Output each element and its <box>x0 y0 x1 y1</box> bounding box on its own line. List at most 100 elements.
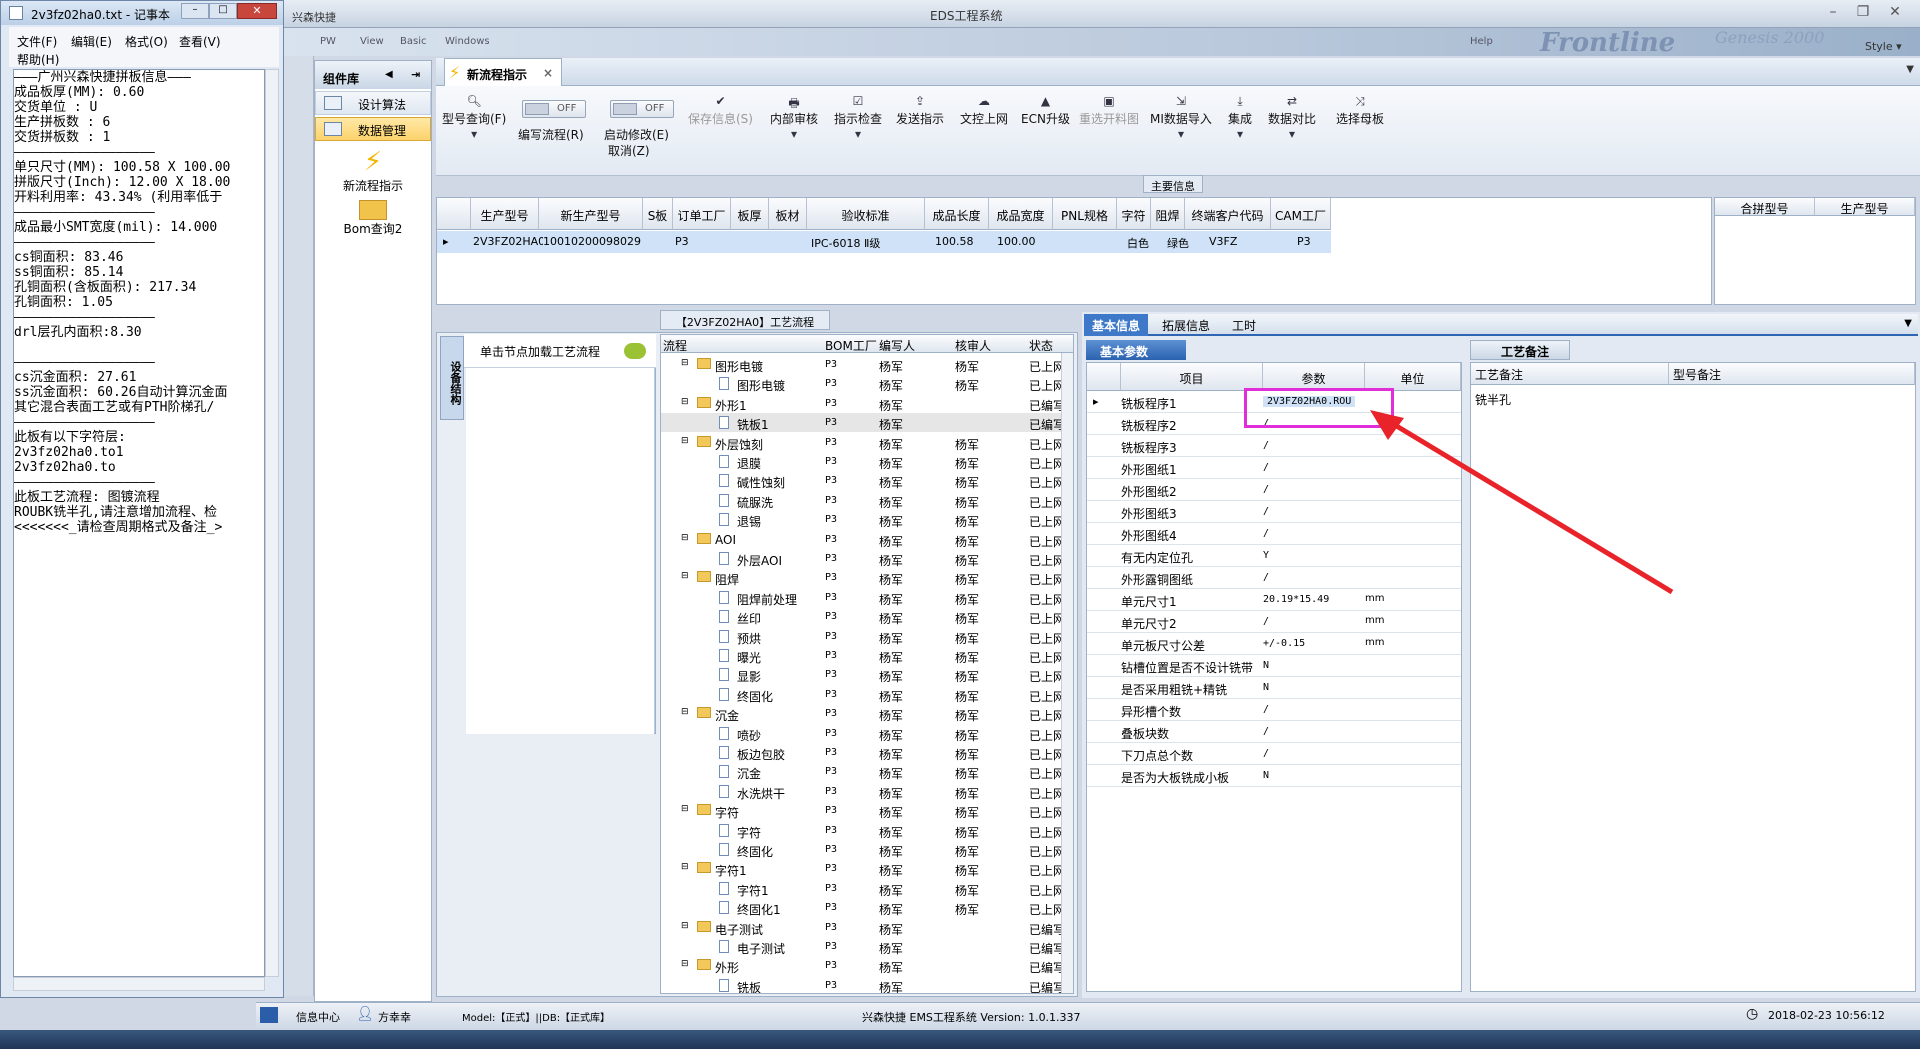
param-value[interactable]: N <box>1263 682 1269 693</box>
new-flow-button[interactable]: ⚡ 新流程指示 <box>315 147 431 194</box>
col-header[interactable]: 生产型号 <box>1815 198 1915 216</box>
dropdown-icon[interactable]: ▾ <box>770 127 818 143</box>
dropdown-icon[interactable]: ▾ <box>1228 127 1252 143</box>
tab-basic-info[interactable]: 基本信息 <box>1084 314 1149 336</box>
collapse-icon[interactable]: ⊟ <box>681 862 689 872</box>
tab-basic-params[interactable]: 基本参数 <box>1086 340 1186 360</box>
chevron-left-icon[interactable]: ◀ <box>385 69 393 80</box>
bom-query-button[interactable]: Bom查询2 <box>315 200 431 237</box>
param-value[interactable]: / <box>1263 726 1269 737</box>
dropdown-icon[interactable]: ▾ <box>1150 127 1212 143</box>
integrate-button[interactable]: ⤓ 集成 ▾ <box>1228 94 1252 143</box>
flow-row[interactable]: 曝光 P3 杨军 杨军 已上网 <box>661 646 1065 665</box>
menu-help[interactable]: 帮助(H) <box>17 51 59 68</box>
menu-view[interactable]: 查看(V) <box>179 33 221 50</box>
lp-item-data[interactable]: 数据管理 <box>315 117 431 141</box>
internal-review-button[interactable]: 🖶 内部审核 ▾ <box>770 94 818 143</box>
col-header[interactable]: 阻焊 <box>1151 198 1185 230</box>
collapse-icon[interactable]: ⊟ <box>681 921 689 931</box>
flow-row[interactable]: 硫脲洗 P3 杨军 杨军 已上网 <box>661 491 1065 510</box>
lp-item-design[interactable]: 设计算法 <box>315 91 431 115</box>
ecn-upgrade-button[interactable]: ▲ ECN升级 <box>1021 94 1070 127</box>
tab-work-hours[interactable]: 工时 <box>1224 314 1264 336</box>
param-value[interactable]: / <box>1263 572 1269 583</box>
menu-windows[interactable]: Windows <box>445 36 490 47</box>
minimize-icon[interactable]: – <box>181 3 209 19</box>
collapse-icon[interactable]: ⊟ <box>681 804 689 814</box>
flow-row[interactable]: 外层AOI P3 杨军 杨军 已上网 <box>661 549 1065 568</box>
send-instruction-button[interactable]: ⇪ 发送指示 <box>896 94 944 127</box>
flow-row[interactable]: ⊟ AOI P3 杨军 杨军 已上网 <box>661 530 1065 549</box>
data-compare-button[interactable]: ⇄ 数据对比 ▾ <box>1268 94 1316 143</box>
restore-icon[interactable]: ❐ <box>1852 3 1874 21</box>
maximize-icon[interactable]: □ <box>209 3 237 19</box>
flow-row[interactable]: 喷砂 P3 杨军 杨军 已上网 <box>661 724 1065 743</box>
pin-icon[interactable]: ⇥ <box>411 68 420 81</box>
flow-row[interactable]: 字符1 P3 杨军 杨军 已上网 <box>661 879 1065 898</box>
reselect-cut-button[interactable]: ▣ 重选开料图 <box>1079 94 1139 127</box>
col-header[interactable]: 生产型号 <box>471 198 539 230</box>
flow-row[interactable]: 退膜 P3 杨军 杨军 已上网 <box>661 452 1065 471</box>
message-center[interactable]: 信息中心 <box>296 1009 340 1025</box>
col-header[interactable]: 单位 <box>1365 363 1461 391</box>
style-menu[interactable]: Style ▾ <box>1865 40 1902 53</box>
param-value[interactable]: / <box>1263 528 1269 539</box>
instruction-check-button[interactable]: ☑ 指示检查 ▾ <box>834 94 882 143</box>
col-header[interactable]: 核审人 <box>955 337 991 354</box>
tab-process-memo[interactable]: 工艺备注 <box>1470 340 1570 360</box>
flow-row[interactable]: ⊟ 电子测试 P3 杨军 已编写 <box>661 918 1065 937</box>
col-header[interactable]: S板 <box>643 198 673 230</box>
load-flow-button[interactable]: 单击节点加载工艺流程 <box>464 334 656 368</box>
col-header[interactable]: 编写人 <box>879 337 915 354</box>
menu-file[interactable]: 文件(F) <box>17 33 57 50</box>
param-value[interactable]: / <box>1263 506 1269 517</box>
menu-format[interactable]: 格式(O) <box>125 33 168 50</box>
param-value[interactable]: / <box>1263 440 1269 451</box>
col-header[interactable]: 新生产型号 <box>539 198 643 230</box>
tree-vscroll[interactable] <box>1061 353 1073 993</box>
doc-online-button[interactable]: ☁ 文控上网 <box>960 94 1008 127</box>
flow-row[interactable]: ⊟ 阻焊 P3 杨军 杨军 已上网 <box>661 568 1065 587</box>
flow-row[interactable]: ⊟ 外形1 P3 杨军 已编写 <box>661 394 1065 413</box>
flow-row[interactable]: 字符 P3 杨军 杨军 已上网 <box>661 821 1065 840</box>
flow-row[interactable]: ⊟ 沉金 P3 杨军 杨军 已上网 <box>661 704 1065 723</box>
flow-row[interactable]: ⊟ 图形电镀 P3 杨军 杨军 已上网 <box>661 355 1065 374</box>
collapse-icon[interactable]: ⊟ <box>681 358 689 368</box>
flow-row[interactable]: 退锡 P3 杨军 杨军 已上网 <box>661 510 1065 529</box>
chevron-down-icon[interactable]: ▼ <box>1904 318 1912 329</box>
collapse-icon[interactable]: ⊟ <box>681 959 689 969</box>
menu-pw[interactable]: PW <box>320 36 336 47</box>
col-header[interactable]: 状态 <box>1029 337 1053 354</box>
col-header[interactable]: 成品宽度 <box>989 198 1053 230</box>
collapse-icon[interactable]: ⊟ <box>681 533 689 543</box>
param-row[interactable]: 是否为大板铣成小板 N <box>1087 765 1461 787</box>
flow-row[interactable]: 预烘 P3 杨军 杨军 已上网 <box>661 627 1065 646</box>
col-header[interactable]: 终端客户代码 <box>1185 198 1271 230</box>
param-row[interactable]: 单元尺寸2 / mm <box>1087 611 1461 633</box>
flow-row[interactable]: 显影 P3 杨军 杨军 已上网 <box>661 665 1065 684</box>
start-modify-toggle[interactable]: OFF <box>610 100 674 118</box>
flow-row[interactable]: 板边包胶 P3 杨军 杨军 已上网 <box>661 743 1065 762</box>
flow-row[interactable]: ⊟ 字符 P3 杨军 杨军 已上网 <box>661 801 1065 820</box>
close-icon[interactable]: ✕ <box>237 3 277 19</box>
param-value[interactable]: / <box>1263 704 1269 715</box>
flow-row[interactable]: 图形电镀 P3 杨军 杨军 已上网 <box>661 374 1065 393</box>
tab-close-icon[interactable]: × <box>543 66 553 80</box>
tab-device-structure[interactable]: 设备结构 <box>440 336 464 420</box>
col-header[interactable]: 验收标准 <box>807 198 925 230</box>
flow-row[interactable]: 终固化 P3 杨军 杨军 已上网 <box>661 685 1065 704</box>
notepad-text-area[interactable]: ———广州兴森快捷拼板信息——— 成品板厚(MM): 0.60 交货单位 : U 生产… <box>13 69 265 977</box>
col-header[interactable]: 板厚 <box>731 198 769 230</box>
col-header[interactable]: 流程 <box>663 337 687 354</box>
minimize-icon[interactable]: – <box>1822 3 1844 21</box>
collapse-icon[interactable]: ⊟ <box>681 397 689 407</box>
menu-edit[interactable]: 编辑(E) <box>71 33 112 50</box>
flow-row[interactable]: 碱性蚀刻 P3 杨军 杨军 已上网 <box>661 471 1065 490</box>
select-mother-board-button[interactable]: ⤨ 选择母板 <box>1336 94 1384 127</box>
col-header[interactable]: 工艺备注 <box>1471 363 1669 385</box>
col-header[interactable]: 成品长度 <box>925 198 989 230</box>
dropdown-icon[interactable]: ▾ <box>442 127 506 143</box>
model-query-button[interactable]: 🔍︎ 型号查询(F) ▾ <box>442 94 506 143</box>
notepad-vscroll[interactable] <box>265 69 279 977</box>
flow-row[interactable]: 阻焊前处理 P3 杨军 杨军 已上网 <box>661 588 1065 607</box>
